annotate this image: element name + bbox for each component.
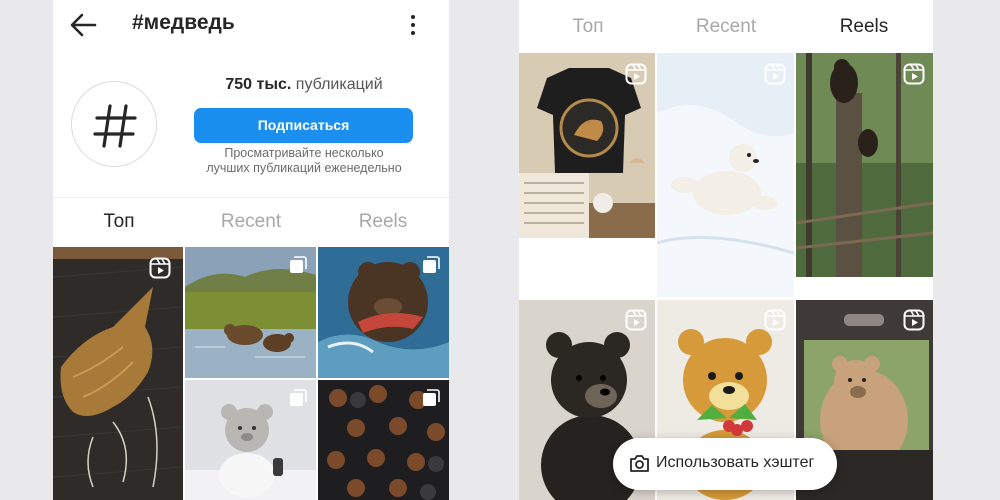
- reel-tile-polar-bear-cub-snow[interactable]: [657, 53, 794, 297]
- posts-count-line: 750 тыс. публикаций: [193, 76, 415, 94]
- header: #медведь: [53, 0, 449, 50]
- more-vertical-icon[interactable]: [403, 12, 423, 38]
- posts-label: публикаций: [295, 76, 383, 93]
- tab-top[interactable]: Топ: [53, 198, 185, 246]
- tab-bar: Топ Recent Reels: [53, 197, 449, 246]
- polar-bear-cub-snow-image: [657, 53, 794, 297]
- post-tile-bear-catching-salmon[interactable]: [318, 247, 449, 378]
- post-tile-white-teddy-bear[interactable]: [185, 380, 316, 500]
- arrow-left-icon[interactable]: [67, 10, 99, 40]
- page-title: #медведь: [132, 11, 235, 34]
- posts-count: 750 тыс.: [225, 76, 292, 93]
- reels-icon: [903, 63, 925, 85]
- cubs-climbing-tree-image: [796, 53, 933, 277]
- tab-reels[interactable]: Reels: [795, 3, 933, 51]
- use-hashtag-button[interactable]: Использовать хэштег: [613, 438, 837, 490]
- tab-recent[interactable]: Recent: [185, 198, 317, 246]
- post-tile-embroidered-bear[interactable]: [53, 247, 183, 500]
- hashtag-icon: [93, 104, 137, 148]
- hint-line-2: лучших публикаций еженедельно: [206, 161, 402, 175]
- reels-icon: [149, 257, 171, 279]
- reels-icon: [764, 63, 786, 85]
- carousel-icon: [290, 256, 307, 273]
- camera-icon: [630, 455, 649, 472]
- reels-tab-screen: Топ Recent Reels: [519, 0, 933, 500]
- embroidered-bear-image: [53, 247, 183, 500]
- follow-button[interactable]: Подписаться: [194, 108, 413, 143]
- reels-icon: [625, 309, 647, 331]
- hashtag-avatar: [71, 81, 157, 167]
- follow-hint: Просматривайте несколько лучших публикац…: [193, 146, 415, 176]
- carousel-icon: [423, 389, 440, 406]
- hint-line-1: Просматривайте несколько: [224, 146, 384, 160]
- tab-top[interactable]: Топ: [519, 3, 657, 51]
- tab-bar: Топ Recent Reels: [519, 3, 933, 51]
- reels-icon: [625, 63, 647, 85]
- reels-icon: [764, 309, 786, 331]
- hashtag-page-screen: #медведь 750 тыс. публикаций Подписаться…: [53, 0, 449, 500]
- post-tile-bears-in-river[interactable]: [185, 247, 316, 378]
- post-tile-bear-chocolates[interactable]: [318, 380, 449, 500]
- carousel-icon: [290, 389, 307, 406]
- reel-tile-cubs-climbing-tree[interactable]: [796, 53, 933, 277]
- reels-icon: [903, 309, 925, 331]
- tab-recent[interactable]: Recent: [657, 3, 795, 51]
- carousel-icon: [423, 256, 440, 273]
- tab-reels[interactable]: Reels: [317, 198, 449, 246]
- use-hashtag-label: Использовать хэштег: [656, 454, 815, 471]
- reel-tile-bear-embroidered-shirt[interactable]: [519, 53, 655, 238]
